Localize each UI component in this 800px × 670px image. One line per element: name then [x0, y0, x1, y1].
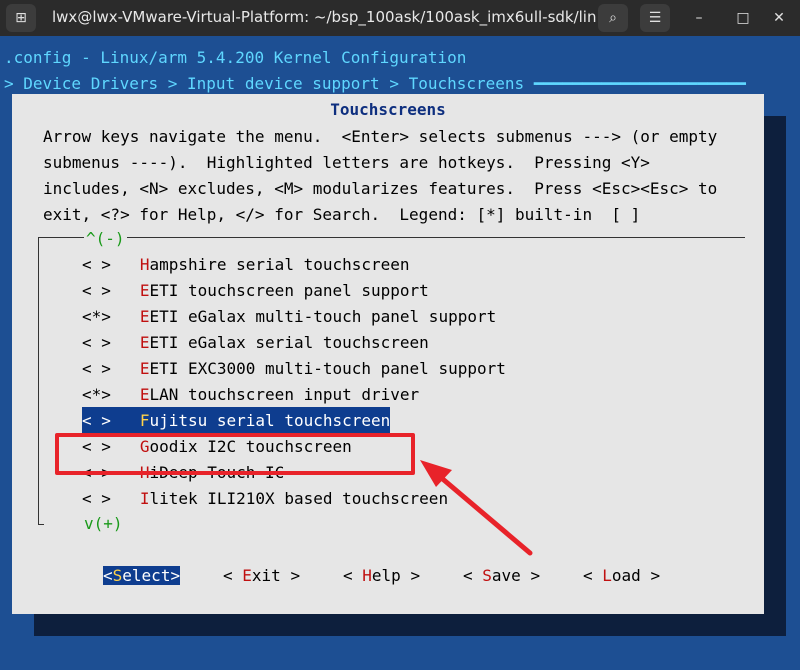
arrow-annotation	[420, 460, 533, 556]
arrow-shaft	[435, 472, 533, 556]
